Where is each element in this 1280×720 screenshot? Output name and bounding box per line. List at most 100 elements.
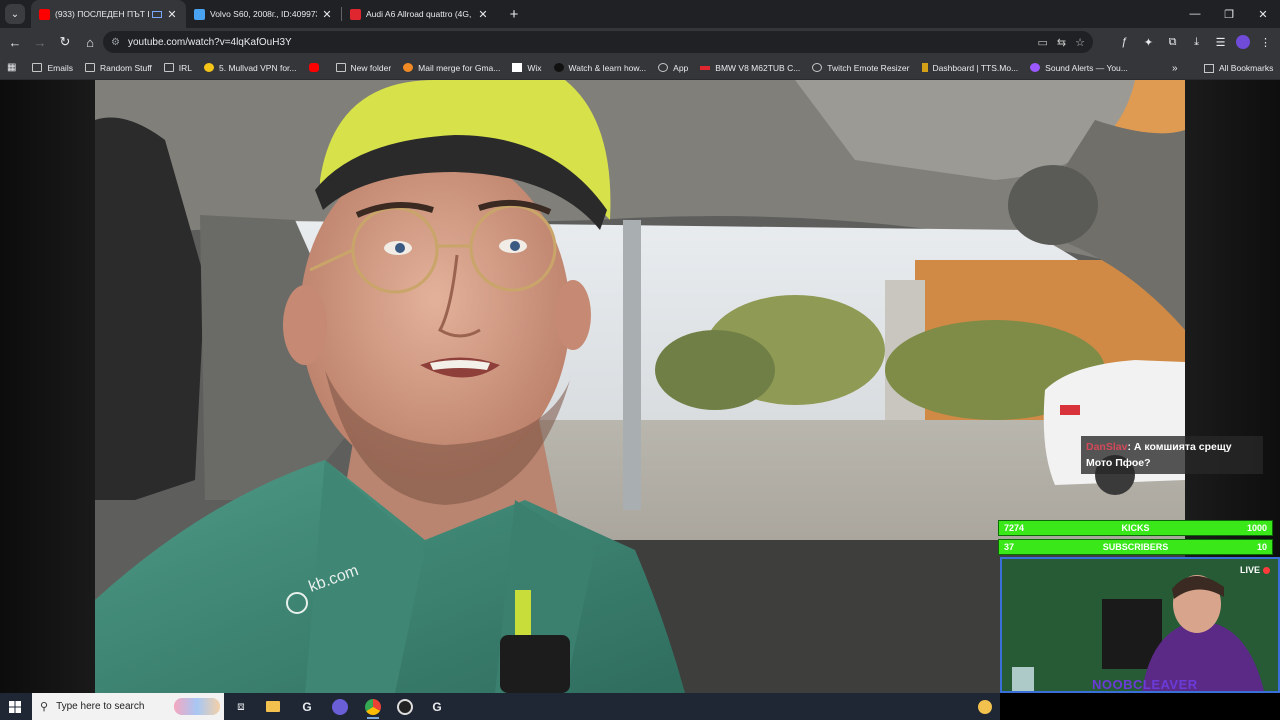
bookmark-watch-learn[interactable]: Watch & learn how... bbox=[553, 63, 646, 73]
bookmark-app[interactable]: App bbox=[658, 63, 688, 73]
extension-icon[interactable]: ✦ bbox=[1140, 36, 1157, 49]
folder-icon bbox=[32, 63, 43, 72]
app-g2-icon[interactable]: G bbox=[422, 693, 452, 720]
bookmark-bmw[interactable]: BMW V8 M62TUB C... bbox=[700, 63, 800, 73]
bookmark-sound-alerts[interactable]: Sound Alerts — You... bbox=[1030, 63, 1128, 73]
bookmark-irl[interactable]: IRL bbox=[163, 62, 193, 73]
tab-youtube[interactable]: (933) ПОСЛЕДЕН ПЪТ В ТЪ ✕ bbox=[31, 0, 186, 28]
profile-avatar-icon[interactable] bbox=[1236, 35, 1250, 49]
close-window-icon[interactable]: ✕ bbox=[1246, 0, 1280, 28]
bookmark-new-folder[interactable]: New folder bbox=[335, 63, 391, 73]
video-letterbox-left bbox=[0, 80, 95, 693]
install-icon[interactable]: ▭ bbox=[1038, 36, 1048, 49]
bookmark-label: BMW V8 M62TUB C... bbox=[715, 62, 801, 73]
bookmark-label: IRL bbox=[178, 62, 193, 73]
all-bookmarks[interactable]: All Bookmarks bbox=[1204, 56, 1273, 80]
extension-font-icon[interactable]: ƒ bbox=[1116, 36, 1133, 48]
bookmark-wix[interactable]: Wix bbox=[512, 62, 542, 73]
video-icon bbox=[553, 63, 564, 72]
globe-icon bbox=[658, 63, 669, 72]
tab-title: Audi A6 Allroad quattro (4G, C7) bbox=[366, 9, 473, 19]
streamer-webcam: LIVE NOOBCLEAVER bbox=[1000, 557, 1280, 693]
minimize-icon[interactable]: — bbox=[1178, 0, 1212, 28]
live-indicator: LIVE bbox=[1240, 565, 1270, 575]
task-view-icon[interactable]: ⧈ bbox=[226, 693, 256, 720]
toolbar-actions: ƒ ✦ ⧉ ⤓ ☰ ⋮ bbox=[1116, 30, 1274, 54]
close-tab-icon[interactable]: ✕ bbox=[321, 8, 333, 21]
taskbar-search-input[interactable]: ⚲ Type here to search bbox=[32, 693, 224, 720]
wix-icon bbox=[512, 63, 523, 72]
bookmark-label: Wix bbox=[527, 62, 542, 73]
back-icon[interactable]: ← bbox=[3, 30, 27, 54]
bookmark-tts[interactable]: Dashboard | TTS.Mo... bbox=[921, 62, 1019, 73]
youtube-icon bbox=[308, 63, 319, 72]
video-player[interactable]: kb.com DanSlav: А комшията срещу Мото Пф… bbox=[0, 80, 1280, 693]
file-explorer-icon[interactable] bbox=[258, 693, 288, 720]
close-tab-icon[interactable]: ✕ bbox=[477, 8, 489, 21]
screen: ⌄ (933) ПОСЛЕДЕН ПЪТ В ТЪ ✕ Volvo S60, 2… bbox=[0, 0, 1280, 720]
bookmark-twitch-emote[interactable]: Twitch Emote Resizer bbox=[812, 63, 910, 73]
tab-search-icon[interactable]: ⌄ bbox=[5, 4, 25, 24]
forward-icon[interactable]: → bbox=[28, 30, 52, 54]
download-icon[interactable]: ⤓ bbox=[1188, 36, 1205, 49]
bookmark-label: 5. Mullvad VPN for... bbox=[219, 62, 297, 73]
streamer-name: NOOBCLEAVER bbox=[1092, 677, 1198, 692]
windows-logo-icon bbox=[9, 700, 21, 713]
home-icon[interactable]: ⌂ bbox=[78, 30, 102, 54]
extensions-puzzle-icon[interactable]: ⧉ bbox=[1164, 36, 1181, 49]
sound-icon bbox=[1030, 63, 1041, 72]
folder-icon bbox=[335, 63, 346, 72]
bookmark-label: Random Stuff bbox=[99, 62, 152, 73]
window-controls: — ❐ ✕ bbox=[1178, 0, 1280, 28]
windows-start-icon[interactable] bbox=[0, 693, 30, 720]
translate-icon[interactable]: ⇆ bbox=[1057, 36, 1066, 49]
kicks-goal-bar: 7274 KICKS 1000 bbox=[998, 520, 1273, 536]
obs-icon[interactable] bbox=[390, 693, 420, 720]
bmw-icon bbox=[700, 65, 711, 70]
tts-icon bbox=[921, 63, 928, 72]
more-bookmarks-icon[interactable]: » bbox=[1172, 56, 1178, 80]
weather-icon[interactable] bbox=[970, 693, 1000, 720]
bookmark-mail-merge[interactable]: Mail merge for Gma... bbox=[403, 63, 500, 73]
tab-volvo[interactable]: Volvo S60, 2008г., ID:40997319 ✕ bbox=[186, 0, 341, 28]
chrome-icon[interactable] bbox=[358, 693, 388, 720]
search-highlight-icon bbox=[174, 698, 220, 715]
folder-icon bbox=[1204, 63, 1214, 73]
app-circle-icon[interactable] bbox=[325, 693, 355, 720]
tab-title: Volvo S60, 2008г., ID:40997319 bbox=[210, 9, 317, 19]
tab-strip: ⌄ (933) ПОСЛЕДЕН ПЪТ В ТЪ ✕ Volvo S60, 2… bbox=[0, 0, 1280, 28]
restore-icon[interactable]: ❐ bbox=[1212, 0, 1246, 28]
folder-icon bbox=[163, 63, 174, 72]
bookmarks-bar: ▦ Emails Random Stuff IRL 5. Mullvad VPN… bbox=[0, 56, 1280, 80]
address-bar[interactable]: ⚙ youtube.com/watch?v=4lqKafOuH3Y ▭ ⇆ ☆ bbox=[103, 31, 1093, 53]
url-text: youtube.com/watch?v=4lqKafOuH3Y bbox=[127, 36, 292, 48]
reading-list-icon[interactable]: ☰ bbox=[1212, 36, 1229, 49]
globe-icon bbox=[812, 63, 823, 72]
new-tab-button[interactable]: + bbox=[503, 6, 525, 23]
tab-audi[interactable]: Audi A6 Allroad quattro (4G, C7) ✕ bbox=[342, 0, 497, 28]
apps-grid-icon[interactable]: ▦ bbox=[7, 62, 16, 73]
folder-icon bbox=[84, 63, 95, 72]
webcam-scene-illustration bbox=[1002, 559, 1278, 691]
stream-chat-message: DanSlav: А комшията срещу Мото Пфое? bbox=[1081, 436, 1263, 474]
bookmark-mullvad[interactable]: 5. Mullvad VPN for... bbox=[204, 62, 297, 73]
bookmark-label: Mail merge for Gma... bbox=[418, 62, 501, 73]
bookmark-random-stuff[interactable]: Random Stuff bbox=[84, 62, 152, 73]
vpn-icon bbox=[204, 63, 215, 72]
bookmark-label: Dashboard | TTS.Mo... bbox=[932, 62, 1019, 73]
omnibox-actions: ▭ ⇆ ☆ bbox=[1038, 31, 1086, 53]
bookmark-star-icon[interactable]: ☆ bbox=[1075, 36, 1085, 49]
subscribers-label: SUBSCRIBERS bbox=[1102, 542, 1169, 552]
all-bookmarks-label: All Bookmarks bbox=[1219, 63, 1274, 73]
site-favicon-icon bbox=[350, 8, 361, 20]
live-dot-icon bbox=[1263, 566, 1270, 574]
bookmark-emails[interactable]: Emails bbox=[32, 63, 73, 73]
menu-icon[interactable]: ⋮ bbox=[1257, 36, 1274, 49]
site-info-icon[interactable]: ⚙ bbox=[111, 37, 120, 48]
close-tab-icon[interactable]: ✕ bbox=[166, 8, 178, 21]
tab-cast-icon bbox=[152, 10, 162, 18]
bookmark-youtube[interactable] bbox=[308, 63, 324, 72]
reload-icon[interactable]: ↻ bbox=[53, 30, 77, 54]
app-g-icon[interactable]: G bbox=[292, 693, 322, 720]
live-label: LIVE bbox=[1239, 565, 1260, 575]
